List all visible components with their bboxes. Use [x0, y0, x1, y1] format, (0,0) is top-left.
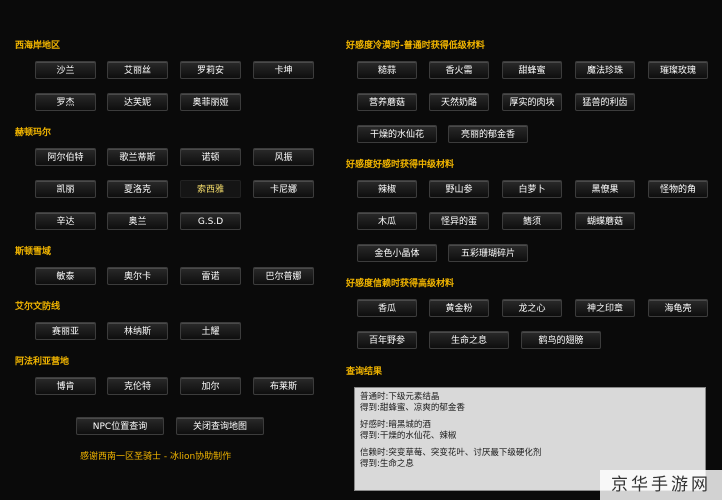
material-button-crane-wing[interactable]: 鹤鸟的翅膀 [521, 331, 601, 349]
material-button-magic-pearl[interactable]: 魔法珍珠 [575, 61, 635, 79]
heading-storm-snowfield: 斯顿雪域 [15, 247, 52, 257]
material-button-melon[interactable]: 香瓜 [357, 299, 417, 317]
npc-button-kanina[interactable]: 卡尼娜 [253, 180, 314, 198]
npc-button-gelandis[interactable]: 歌兰蒂斯 [107, 148, 168, 166]
material-button-tulip[interactable]: 亮丽的郁金香 [448, 125, 528, 143]
heading-elvin-line: 艾尔文防线 [15, 302, 61, 312]
result-line: 得到:干燥的水仙花、辣椒 [360, 431, 457, 441]
heading-query-results: 查询结果 [346, 367, 383, 377]
heading-mid-materials: 好感度好感时获得中级材料 [346, 160, 455, 170]
npc-button-tuyao[interactable]: 土耀 [180, 322, 241, 340]
npc-button-roger[interactable]: 罗杰 [35, 93, 96, 111]
npc-button-lorien[interactable]: 罗莉安 [180, 61, 241, 79]
material-button-honey[interactable]: 甜蜂蜜 [502, 61, 562, 79]
material-button-rose[interactable]: 璀璨玫瑰 [648, 61, 708, 79]
result-line: 得到:生命之息 [360, 459, 414, 469]
npc-button-kelunte[interactable]: 克伦特 [107, 377, 168, 395]
npc-button-albert[interactable]: 阿尔伯特 [35, 148, 96, 166]
npc-button-aolan[interactable]: 奥兰 [107, 212, 168, 230]
material-button-turtle-shell[interactable]: 海龟壳 [648, 299, 708, 317]
material-button-butterfly-mushroom[interactable]: 蝴蝶蘑菇 [575, 212, 635, 230]
npc-button-norton[interactable]: 诺顿 [180, 148, 241, 166]
npc-button-fengzhen[interactable]: 风振 [253, 148, 314, 166]
npc-button-boken[interactable]: 博肯 [35, 377, 96, 395]
npc-button-mintai[interactable]: 敏泰 [35, 267, 96, 285]
heading-west-coast: 西海岸地区 [15, 41, 61, 51]
material-button-black-fruit[interactable]: 黑僚果 [575, 180, 635, 198]
result-line: 普通时:下级元素结晶 [360, 392, 440, 402]
material-button-fang[interactable]: 猛兽的利齿 [575, 93, 635, 111]
npc-button-sherlock[interactable]: 夏洛克 [107, 180, 168, 198]
npc-button-xinda[interactable]: 辛达 [35, 212, 96, 230]
npc-button-seria[interactable]: 赛丽亚 [35, 322, 96, 340]
heading-alfalia-camp: 阿法利亚营地 [15, 357, 70, 367]
result-line: 得到:甜蜂蜜、凉爽的郁金香 [360, 403, 465, 413]
material-button-fin[interactable]: 鳍须 [502, 212, 562, 230]
material-button-narcissus[interactable]: 干燥的水仙花 [357, 125, 437, 143]
close-query-map-button[interactable]: 关闭查询地图 [176, 417, 264, 435]
heading-high-materials: 好感度信赖时获得高级材料 [346, 279, 455, 289]
heading-hendon-myre: 赫顿玛尔 [15, 128, 52, 138]
material-button-chili[interactable]: 辣椒 [357, 180, 417, 198]
npc-button-jiaer[interactable]: 加尔 [180, 377, 241, 395]
material-button-coral[interactable]: 五彩珊瑚碎片 [448, 244, 528, 262]
watermark: 京华手游网 [600, 470, 722, 500]
npc-button-linus[interactable]: 林纳斯 [107, 322, 168, 340]
heading-low-materials: 好感度冷漠时-普通时获得低级材料 [346, 41, 485, 51]
material-button-meat[interactable]: 厚实的肉块 [502, 93, 562, 111]
credit-text: 感谢西南一区圣骑士 - 冰lion协助制作 [80, 452, 232, 462]
result-line: 信赖时:突变草莓、突变花叶、讨厌最下级硬化剂 [360, 448, 542, 458]
npc-button-reno[interactable]: 雷诺 [180, 267, 241, 285]
material-button-gold-crystal[interactable]: 金色小晶体 [357, 244, 437, 262]
npc-button-kaili[interactable]: 凯丽 [35, 180, 96, 198]
material-button-papaya[interactable]: 木瓜 [357, 212, 417, 230]
material-button-monster-horn[interactable]: 怪物的角 [648, 180, 708, 198]
material-button-garlic[interactable]: 糙蒜 [357, 61, 417, 79]
material-button-gold-powder[interactable]: 黄金粉 [429, 299, 489, 317]
npc-button-ophelia[interactable]: 奥菲丽娅 [180, 93, 241, 111]
material-button-radish[interactable]: 白萝卜 [502, 180, 562, 198]
material-button-dragon-heart[interactable]: 龙之心 [502, 299, 562, 317]
material-button-strange-egg[interactable]: 怪异的蛋 [429, 212, 489, 230]
material-button-incense[interactable]: 香火需 [429, 61, 489, 79]
npc-button-soxiya[interactable]: 索西雅 [180, 180, 241, 198]
npc-button-alice[interactable]: 艾丽丝 [107, 61, 168, 79]
npc-button-kakun[interactable]: 卡坤 [253, 61, 314, 79]
npc-location-query-button[interactable]: NPC位置查询 [76, 417, 164, 435]
npc-button-gsd[interactable]: G.S.D [180, 212, 241, 230]
npc-button-salan[interactable]: 沙兰 [35, 61, 96, 79]
npc-button-barpuna[interactable]: 巴尔普娜 [253, 267, 314, 285]
material-button-old-ginseng[interactable]: 百年野参 [357, 331, 417, 349]
material-button-ginseng[interactable]: 野山参 [429, 180, 489, 198]
result-line: 好感时:暗黑城的酒 [360, 420, 431, 430]
material-button-cheese[interactable]: 天然奶酪 [429, 93, 489, 111]
npc-button-daphne[interactable]: 达芙妮 [107, 93, 168, 111]
npc-button-orca[interactable]: 奥尔卡 [107, 267, 168, 285]
material-button-mushroom[interactable]: 营养蘑菇 [357, 93, 417, 111]
npc-button-bulais[interactable]: 布莱斯 [253, 377, 314, 395]
material-button-breath-of-life[interactable]: 生命之息 [429, 331, 509, 349]
material-button-god-seal[interactable]: 神之印章 [575, 299, 635, 317]
